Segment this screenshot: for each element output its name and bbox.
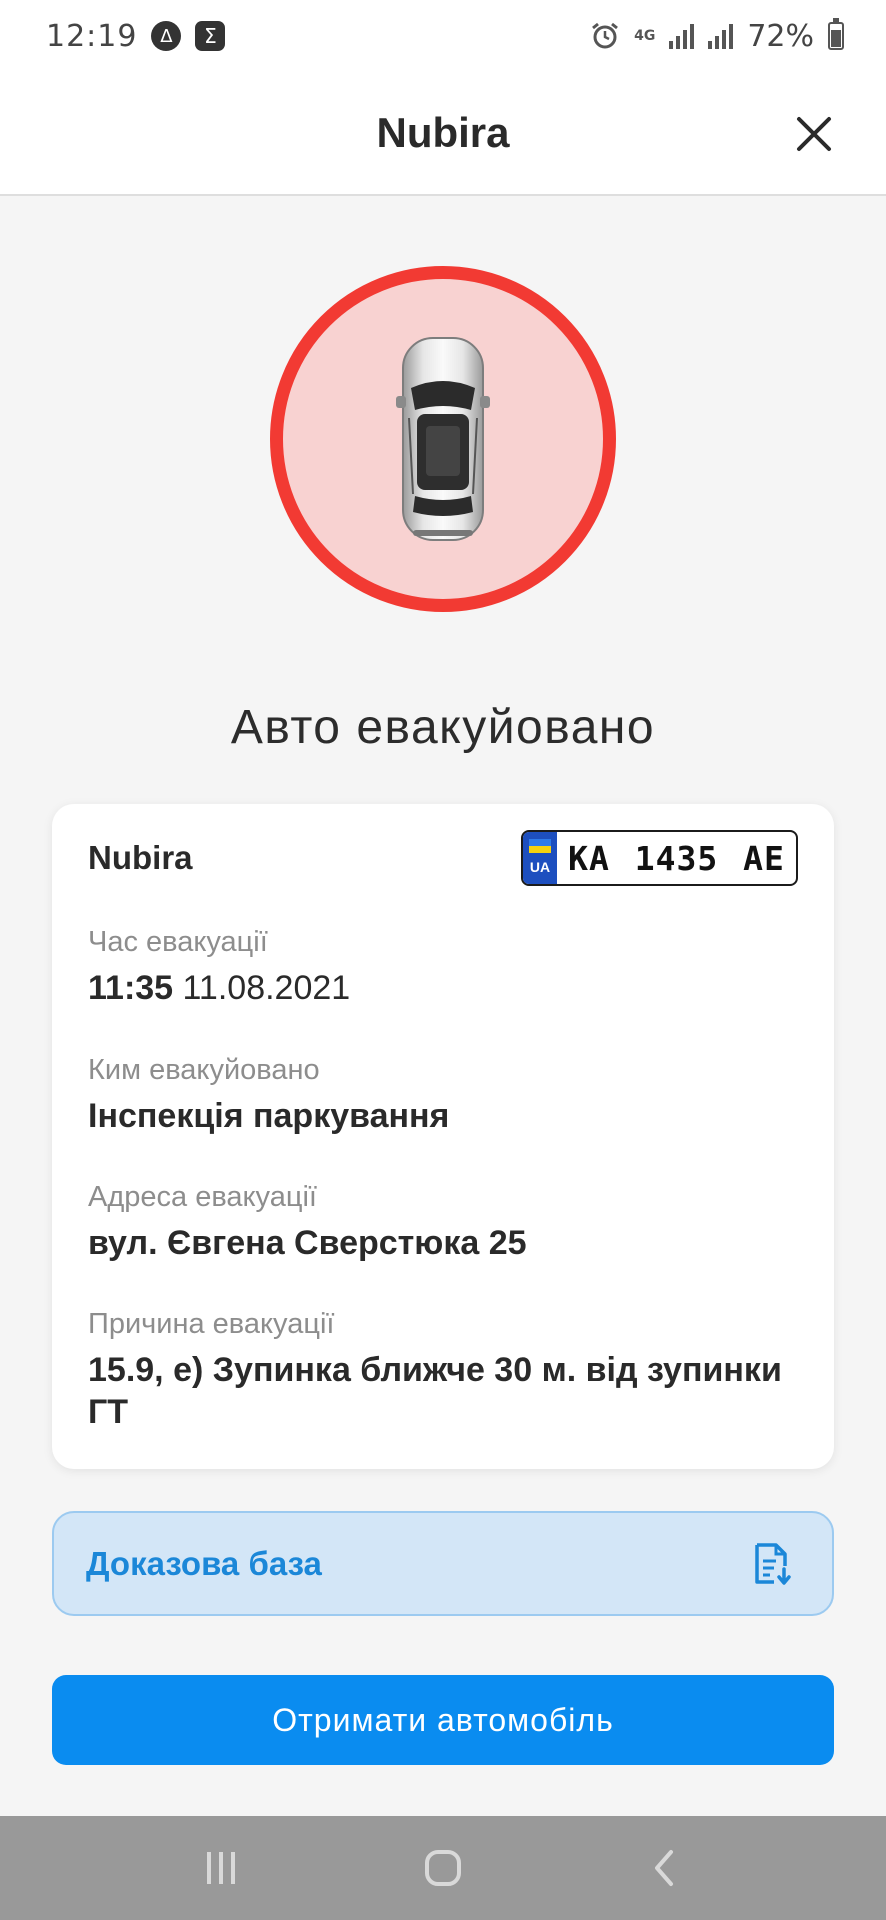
- close-button[interactable]: [792, 112, 836, 156]
- field-value: 15.9, е) Зупинка ближче 30 м. від зупинк…: [88, 1351, 782, 1431]
- get-car-label: Отримати автомобіль: [272, 1701, 614, 1738]
- status-bar-left: 12:19 Δ Σ: [46, 18, 226, 54]
- get-car-button[interactable]: Отримати автомобіль: [52, 1675, 834, 1765]
- evidence-label: Доказова база: [86, 1544, 322, 1582]
- home-button[interactable]: [403, 1828, 483, 1908]
- network-type: 4G: [634, 28, 656, 44]
- evacuation-date: 11.08.2021: [182, 969, 351, 1007]
- status-bar: 12:19 Δ Σ 4G 72%: [0, 0, 886, 72]
- field-label: Час евакуації: [88, 926, 268, 958]
- evidence-button[interactable]: Доказова база: [52, 1511, 834, 1616]
- plate-country: UA: [529, 859, 551, 875]
- back-button[interactable]: [625, 1828, 705, 1908]
- evacuated-by-field: Ким евакуйовано Інспекція паркування: [88, 1054, 798, 1137]
- field-label: Причина евакуації: [88, 1308, 335, 1340]
- signal-icon: [708, 23, 734, 49]
- status-bar-right: 4G 72%: [590, 18, 844, 54]
- notification-sigma-icon: Σ: [195, 21, 226, 51]
- document-download-icon: [755, 1542, 791, 1585]
- notification-icon: Δ: [151, 21, 182, 51]
- plate-number: KA 1435 AE: [568, 838, 785, 878]
- home-icon: [425, 1850, 461, 1886]
- system-nav-bar: [0, 1816, 886, 1920]
- recent-apps-icon: [207, 1852, 235, 1884]
- back-icon: [655, 1850, 673, 1886]
- field-label: Адреса евакуації: [88, 1181, 317, 1213]
- evacuation-address-field: Адреса евакуації вул. Євгена Сверстюка 2…: [88, 1181, 798, 1264]
- recent-apps-button[interactable]: [181, 1828, 261, 1908]
- flag-top-stripe: [529, 839, 551, 846]
- car-top-view-icon: [396, 337, 490, 541]
- page-title: Nubira: [376, 109, 510, 156]
- plate-flag: UA: [523, 832, 557, 884]
- status-time: 12:19: [46, 18, 138, 54]
- field-value: 11:35 11.08.2021: [88, 967, 798, 1009]
- evacuation-time-field: Час евакуації 11:35 11.08.2021: [88, 926, 798, 1009]
- evacuation-reason-field: Причина евакуації 15.9, е) Зупинка ближч…: [88, 1308, 798, 1433]
- alarm-icon: [592, 22, 619, 49]
- app-bar: Nubira: [0, 72, 886, 196]
- field-label: Ким евакуйовано: [88, 1054, 320, 1086]
- evacuated-status-indicator: [270, 266, 616, 612]
- card-header: Nubira UA KA 1435 AE: [88, 830, 798, 886]
- field-value: вул. Євгена Сверстюка 25: [88, 1224, 527, 1262]
- license-plate: UA KA 1435 AE: [521, 830, 798, 886]
- status-headline: Авто евакуйовано: [230, 701, 656, 754]
- close-icon: [797, 117, 831, 151]
- battery-percent: 72%: [747, 18, 814, 54]
- vehicle-details-card: Nubira UA KA 1435 AE Час евакуації 11:35…: [52, 804, 834, 1469]
- flag-bottom-stripe: [529, 846, 551, 853]
- battery-icon: [828, 18, 844, 50]
- signal-icon: [669, 23, 695, 49]
- car-name: Nubira: [88, 839, 193, 876]
- evacuation-time: 11:35: [88, 969, 174, 1007]
- field-value: Інспекція паркування: [88, 1097, 450, 1135]
